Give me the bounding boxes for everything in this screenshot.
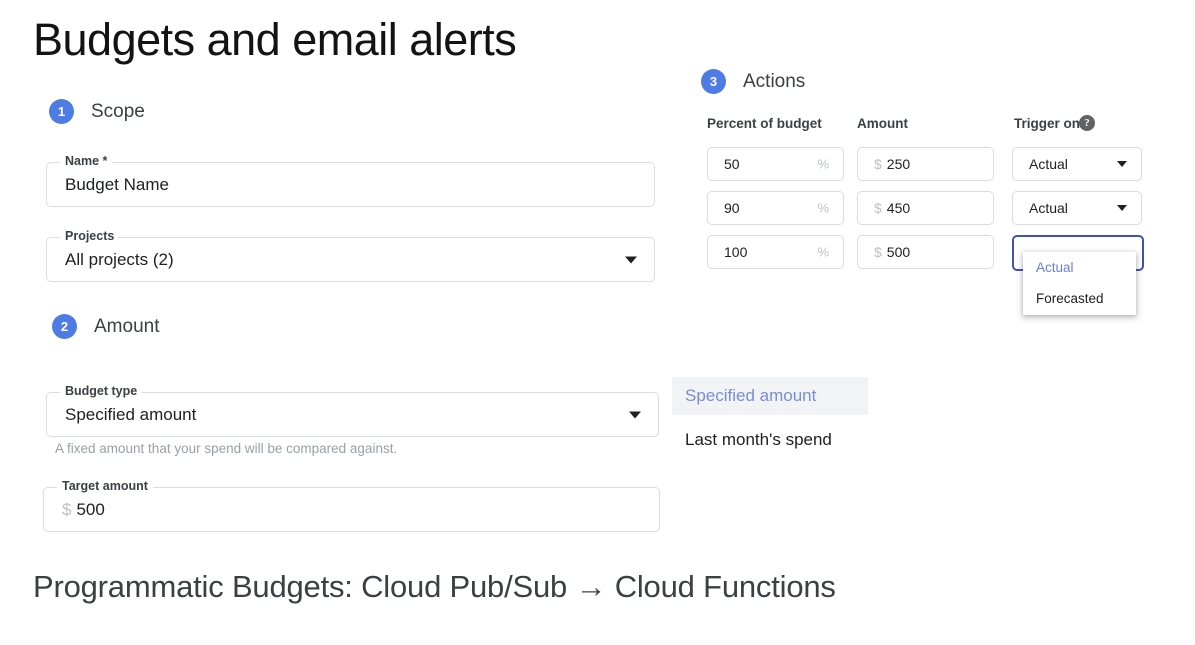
- budget-type-select[interactable]: Budget type Specified amount: [46, 385, 659, 437]
- currency-prefix: $: [62, 499, 72, 519]
- amount-input-row-2[interactable]: $450: [857, 191, 994, 225]
- name-field-label: Name *: [60, 155, 113, 168]
- slide-caption: Programmatic Budgets: Cloud Pub/Sub → Cl…: [33, 569, 836, 604]
- projects-select-label: Projects: [60, 230, 120, 243]
- trigger-menu-item-forecasted[interactable]: Forecasted: [1023, 283, 1136, 314]
- help-icon[interactable]: ?: [1079, 115, 1095, 131]
- chevron-down-icon[interactable]: [625, 256, 637, 263]
- projects-select[interactable]: Projects All projects (2): [46, 230, 655, 282]
- section-header-scope: 1 Scope: [49, 99, 145, 124]
- percent-suffix: %: [817, 244, 829, 260]
- section-title-amount: Amount: [94, 315, 160, 337]
- name-field-value: Budget Name: [65, 174, 169, 194]
- budget-type-option-specified-amount[interactable]: Specified amount: [672, 377, 868, 415]
- budget-type-option-last-months-spend[interactable]: Last month's spend: [672, 423, 868, 456]
- trigger-select-row-2[interactable]: Actual: [1012, 191, 1142, 225]
- section-title-scope: Scope: [91, 100, 145, 122]
- percent-suffix: %: [817, 200, 829, 216]
- percent-input-value: 50: [724, 156, 740, 172]
- percent-input-row-2[interactable]: 90 %: [707, 191, 844, 225]
- amount-input-value: $250: [874, 156, 910, 172]
- step-badge-1: 1: [49, 99, 74, 124]
- budget-type-select-label: Budget type: [60, 385, 143, 398]
- amount-number: 450: [886, 200, 911, 216]
- trigger-select-row-1[interactable]: Actual: [1012, 147, 1142, 181]
- trigger-select-value: Actual: [1029, 156, 1068, 172]
- chevron-down-icon[interactable]: [1117, 161, 1127, 167]
- percent-input-row-3[interactable]: 100 %: [707, 235, 844, 269]
- target-amount-field-label: Target amount: [57, 480, 153, 493]
- trigger-on-dropdown-menu: Actual Forecasted: [1023, 252, 1136, 315]
- column-header-amount: Amount: [857, 116, 908, 131]
- target-amount-field[interactable]: Target amount $500: [43, 480, 660, 532]
- section-title-actions: Actions: [743, 70, 806, 92]
- step-badge-3: 3: [701, 69, 726, 94]
- amount-number: 500: [886, 244, 911, 260]
- budget-type-helper-text: A fixed amount that your spend will be c…: [55, 441, 398, 456]
- target-amount-field-value: $500: [62, 500, 105, 520]
- section-header-actions: 3 Actions: [701, 69, 805, 94]
- currency-prefix: $: [874, 200, 882, 216]
- trigger-menu-item-actual[interactable]: Actual: [1023, 252, 1136, 283]
- column-header-trigger-on: Trigger on: [1014, 116, 1081, 131]
- column-header-percent-of-budget: Percent of budget: [707, 116, 822, 131]
- page-title: Budgets and email alerts: [33, 14, 517, 65]
- amount-number: 250: [886, 156, 911, 172]
- percent-input-row-1[interactable]: 50 %: [707, 147, 844, 181]
- name-field[interactable]: Name * Budget Name: [46, 155, 655, 207]
- percent-input-value: 100: [724, 244, 748, 260]
- target-amount-number: 500: [76, 499, 105, 519]
- amount-input-row-3[interactable]: $500: [857, 235, 994, 269]
- budget-type-option-label: Last month's spend: [685, 429, 832, 449]
- chevron-down-icon[interactable]: [1117, 205, 1127, 211]
- trigger-select-value: Actual: [1029, 200, 1068, 216]
- amount-input-value: $500: [874, 244, 910, 260]
- budget-type-option-label: Specified amount: [685, 386, 817, 405]
- amount-input-row-1[interactable]: $250: [857, 147, 994, 181]
- percent-suffix: %: [817, 156, 829, 172]
- section-header-amount: 2 Amount: [52, 314, 159, 339]
- step-badge-2: 2: [52, 314, 77, 339]
- currency-prefix: $: [874, 244, 882, 260]
- trigger-menu-item-label: Actual: [1036, 260, 1074, 275]
- projects-select-value: All projects (2): [65, 249, 174, 269]
- chevron-down-icon[interactable]: [629, 411, 641, 418]
- budget-type-select-value: Specified amount: [65, 404, 197, 424]
- trigger-menu-item-label: Forecasted: [1036, 291, 1104, 306]
- amount-input-value: $450: [874, 200, 910, 216]
- currency-prefix: $: [874, 156, 882, 172]
- percent-input-value: 90: [724, 200, 740, 216]
